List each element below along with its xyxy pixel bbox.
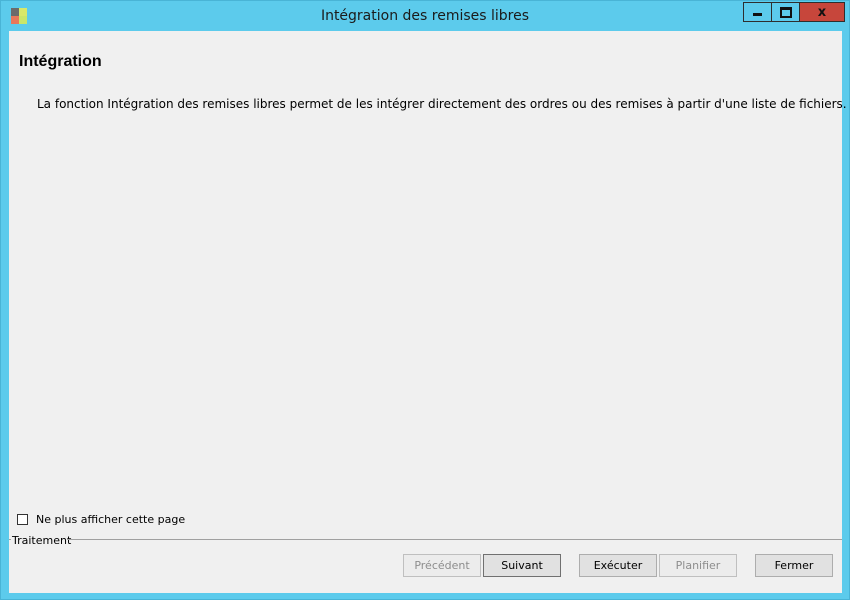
previous-button[interactable]: Précédent (403, 554, 481, 577)
execute-button[interactable]: Exécuter (579, 554, 657, 577)
close-window-button[interactable]: x (799, 2, 845, 22)
group-label-traitement: Traitement (12, 534, 72, 547)
close-button[interactable]: Fermer (755, 554, 833, 577)
window-title: Intégration des remises libres (320, 8, 530, 24)
hide-page-label[interactable]: Ne plus afficher cette page (36, 513, 185, 526)
hide-page-option[interactable]: Ne plus afficher cette page (17, 513, 185, 526)
page-title: Intégration (19, 53, 102, 70)
group-divider-left (9, 539, 11, 540)
dialog-window: Intégration des remises libres x Intégra… (0, 0, 850, 600)
minimize-button[interactable] (743, 2, 772, 22)
close-icon: x (817, 4, 827, 20)
next-button[interactable]: Suivant (483, 554, 561, 577)
maximize-button[interactable] (771, 2, 800, 22)
schedule-button[interactable]: Planifier (659, 554, 737, 577)
minimize-icon (753, 12, 762, 16)
title-bar[interactable]: Intégration des remises libres x (1, 1, 849, 31)
maximize-icon (779, 6, 792, 18)
group-divider (67, 539, 842, 540)
page-description: La fonction Intégration des remises libr… (37, 97, 847, 111)
dialog-content: Intégration La fonction Intégration des … (9, 31, 847, 593)
hide-page-checkbox[interactable] (17, 514, 28, 525)
